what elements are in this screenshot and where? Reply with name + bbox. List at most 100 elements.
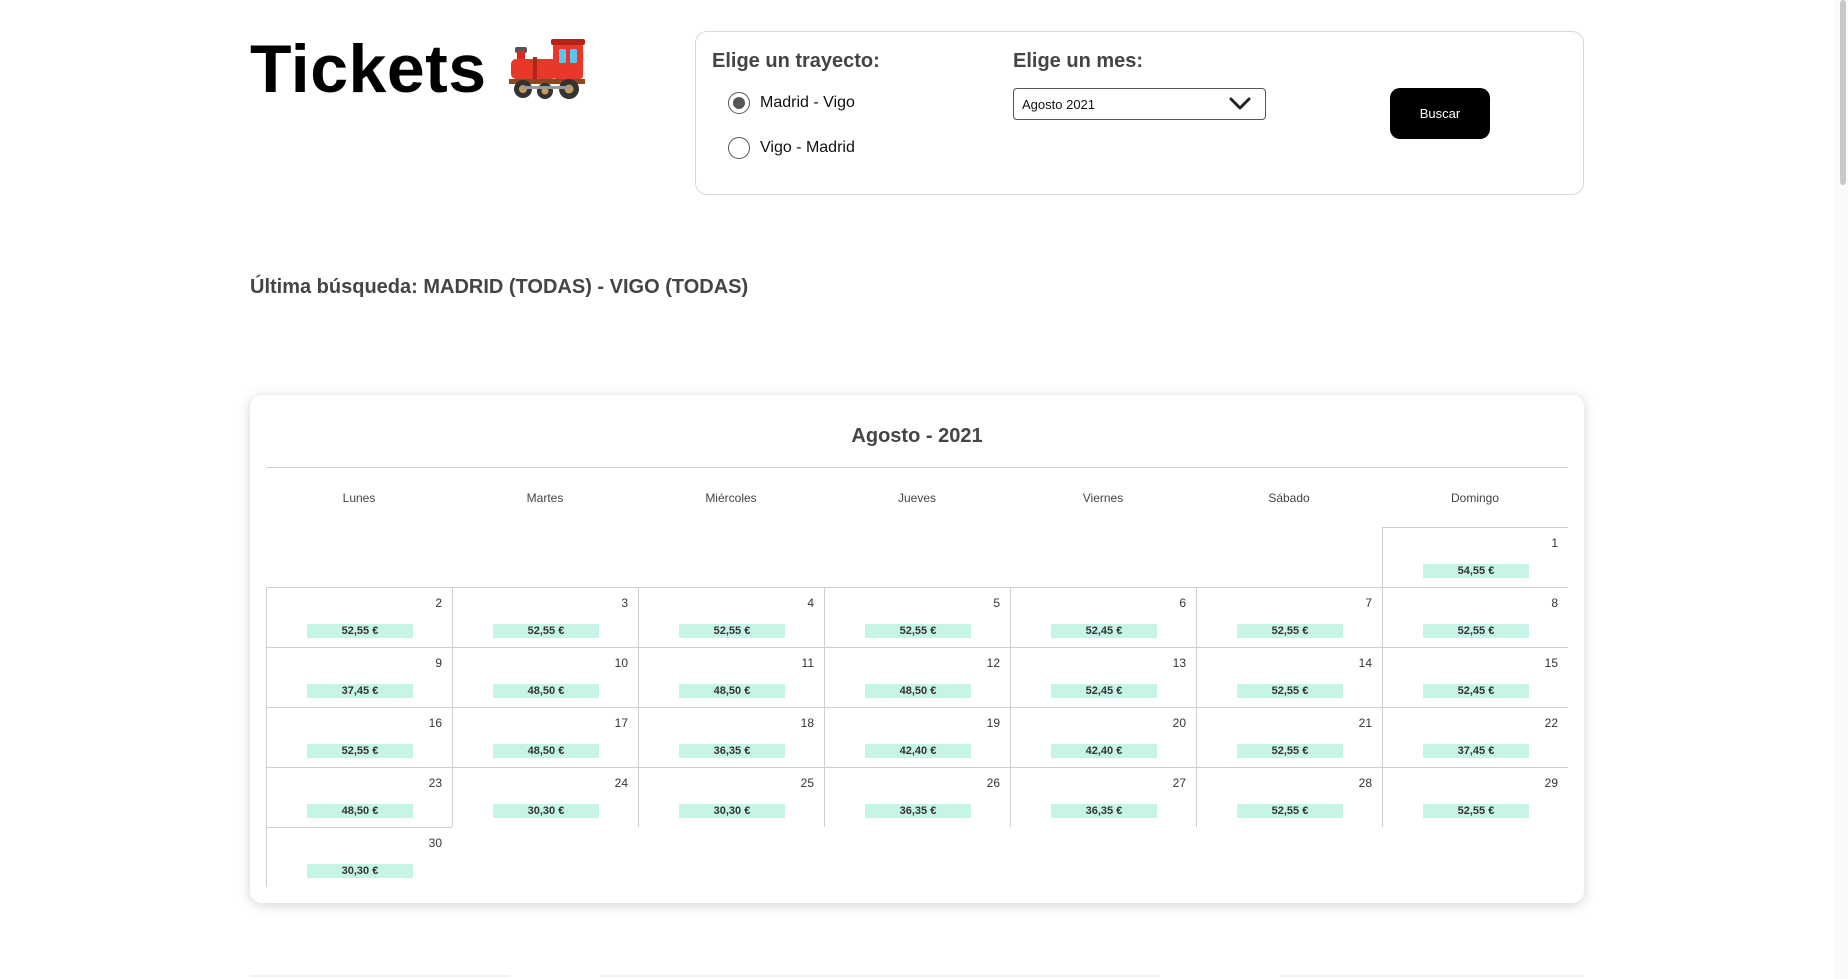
calendar-day-cell[interactable]: 25 30,30 € bbox=[638, 767, 824, 827]
calendar-day-cell[interactable]: 16 52,55 € bbox=[266, 707, 452, 767]
scrollbar[interactable] bbox=[1834, 0, 1848, 979]
calendar-day-cell[interactable]: 17 48,50 € bbox=[452, 707, 638, 767]
day-number: 28 bbox=[1358, 776, 1372, 790]
day-number: 3 bbox=[621, 596, 628, 610]
day-number: 2 bbox=[435, 596, 442, 610]
route-option-madrid-vigo[interactable]: Madrid - Vigo bbox=[728, 92, 855, 114]
calendar-title: Agosto - 2021 bbox=[851, 425, 983, 447]
calendar-day-cell[interactable]: 3 52,55 € bbox=[452, 587, 638, 647]
day-price-badge: 48,50 € bbox=[865, 684, 971, 698]
weekday-label: Viernes bbox=[1082, 491, 1124, 505]
page: Tickets Elige un trayecto: Madrid - Vigo… bbox=[0, 0, 1848, 979]
weekday-label: Lunes bbox=[342, 491, 376, 505]
day-number: 10 bbox=[614, 656, 628, 670]
calendar-day-cell[interactable]: 20 42,40 € bbox=[1010, 707, 1196, 767]
day-price-badge: 52,55 € bbox=[1423, 624, 1529, 638]
day-number: 8 bbox=[1551, 596, 1558, 610]
calendar-card: Agosto - 2021 Lunes Martes Miércoles Jue… bbox=[250, 395, 1584, 903]
day-price-badge: 48,50 € bbox=[493, 744, 599, 758]
day-number: 26 bbox=[986, 776, 1000, 790]
day-price-badge: 54,55 € bbox=[1423, 564, 1529, 578]
day-number: 24 bbox=[614, 776, 628, 790]
calendar-day-cell[interactable]: 1 54,55 € bbox=[1382, 527, 1568, 587]
day-number: 11 bbox=[801, 656, 814, 670]
day-number: 16 bbox=[428, 716, 442, 730]
weekday-header: Lunes Martes Miércoles Jueves Viernes Sá… bbox=[266, 491, 1568, 505]
last-search-text: Última búsqueda: MADRID (TODAS) - VIGO (… bbox=[250, 276, 749, 298]
calendar-day-cell[interactable]: 27 36,35 € bbox=[1010, 767, 1196, 827]
day-price-badge: 52,55 € bbox=[1237, 804, 1343, 818]
day-price-badge: 52,45 € bbox=[1423, 684, 1529, 698]
route-option-vigo-madrid[interactable]: Vigo - Madrid bbox=[728, 137, 855, 159]
calendar-day-cell[interactable]: 18 36,35 € bbox=[638, 707, 824, 767]
calendar-divider bbox=[266, 467, 1568, 468]
day-price-badge: 36,35 € bbox=[865, 804, 971, 818]
calendar-day-cell[interactable]: 14 52,55 € bbox=[1196, 647, 1382, 707]
calendar-day-cell[interactable]: 11 48,50 € bbox=[638, 647, 824, 707]
calendar-day-cell[interactable]: 28 52,55 € bbox=[1196, 767, 1382, 827]
day-number: 14 bbox=[1358, 656, 1372, 670]
day-price-badge: 52,55 € bbox=[865, 624, 971, 638]
weekday-label: Martes bbox=[526, 491, 564, 505]
calendar-day-cell[interactable]: 13 52,45 € bbox=[1010, 647, 1196, 707]
month-select[interactable]: Agosto 2021 bbox=[1013, 88, 1266, 120]
search-button[interactable]: Buscar bbox=[1390, 88, 1490, 139]
calendar-day-cell[interactable]: 10 48,50 € bbox=[452, 647, 638, 707]
locomotive-icon bbox=[508, 39, 585, 99]
calendar-day-cell[interactable]: 23 48,50 € bbox=[266, 767, 452, 827]
calendar-day-cell[interactable]: 22 37,45 € bbox=[1382, 707, 1568, 767]
day-price-badge: 37,45 € bbox=[1423, 744, 1529, 758]
calendar-day-cell[interactable]: 26 36,35 € bbox=[824, 767, 1010, 827]
divider bbox=[600, 975, 1160, 977]
calendar-day-cell[interactable]: 8 52,55 € bbox=[1382, 587, 1568, 647]
day-price-badge: 52,55 € bbox=[1237, 684, 1343, 698]
day-number: 13 bbox=[1172, 656, 1186, 670]
day-number: 27 bbox=[1172, 776, 1186, 790]
day-price-badge: 52,55 € bbox=[493, 624, 599, 638]
page-title: Tickets bbox=[250, 30, 585, 108]
day-price-badge: 48,50 € bbox=[679, 684, 785, 698]
calendar-day-cell[interactable]: 5 52,55 € bbox=[824, 587, 1010, 647]
calendar-day-cell[interactable]: 15 52,45 € bbox=[1382, 647, 1568, 707]
scrollbar-thumb[interactable] bbox=[1840, 0, 1846, 185]
day-number: 20 bbox=[1172, 716, 1186, 730]
page-title-text: Tickets bbox=[250, 31, 487, 107]
day-price-badge: 52,55 € bbox=[307, 744, 413, 758]
day-number: 12 bbox=[986, 656, 1000, 670]
weekday-label: Sábado bbox=[1268, 491, 1310, 505]
day-number: 5 bbox=[993, 596, 1000, 610]
day-number: 29 bbox=[1544, 776, 1558, 790]
day-number: 30 bbox=[428, 836, 442, 850]
day-price-badge: 52,45 € bbox=[1051, 684, 1157, 698]
calendar-day-cell[interactable]: 29 52,55 € bbox=[1382, 767, 1568, 827]
calendar-day-cell[interactable]: 30 30,30 € bbox=[266, 827, 452, 887]
calendar-day-cell[interactable]: 4 52,55 € bbox=[638, 587, 824, 647]
day-number: 15 bbox=[1544, 656, 1558, 670]
route-option-label: Madrid - Vigo bbox=[760, 94, 855, 111]
day-number: 25 bbox=[800, 776, 814, 790]
calendar-day-cell[interactable]: 9 37,45 € bbox=[266, 647, 452, 707]
day-number: 7 bbox=[1365, 596, 1372, 610]
day-price-badge: 37,45 € bbox=[307, 684, 413, 698]
calendar-day-cell[interactable]: 24 30,30 € bbox=[452, 767, 638, 827]
search-panel: Elige un trayecto: Madrid - Vigo Vigo - … bbox=[695, 31, 1584, 195]
divider bbox=[1280, 975, 1584, 977]
calendar-day-cell[interactable]: 21 52,55 € bbox=[1196, 707, 1382, 767]
day-number: 9 bbox=[435, 656, 442, 670]
month-label: Elige un mes: bbox=[1013, 50, 1144, 72]
calendar-day-cell[interactable]: 12 48,50 € bbox=[824, 647, 1010, 707]
day-number: 18 bbox=[800, 716, 814, 730]
day-price-badge: 52,55 € bbox=[1237, 744, 1343, 758]
calendar-day-cell[interactable]: 2 52,55 € bbox=[266, 587, 452, 647]
divider bbox=[250, 975, 510, 977]
day-price-badge: 52,55 € bbox=[679, 624, 785, 638]
calendar-day-cell[interactable]: 19 42,40 € bbox=[824, 707, 1010, 767]
day-price-badge: 52,45 € bbox=[1051, 624, 1157, 638]
day-price-badge: 42,40 € bbox=[865, 744, 971, 758]
day-price-badge: 48,50 € bbox=[493, 684, 599, 698]
radio-button[interactable] bbox=[728, 137, 750, 159]
calendar-day-cell[interactable]: 7 52,55 € bbox=[1196, 587, 1382, 647]
calendar-day-cell[interactable]: 6 52,45 € bbox=[1010, 587, 1196, 647]
radio-button-checked[interactable] bbox=[728, 92, 750, 114]
day-price-badge: 52,55 € bbox=[1237, 624, 1343, 638]
